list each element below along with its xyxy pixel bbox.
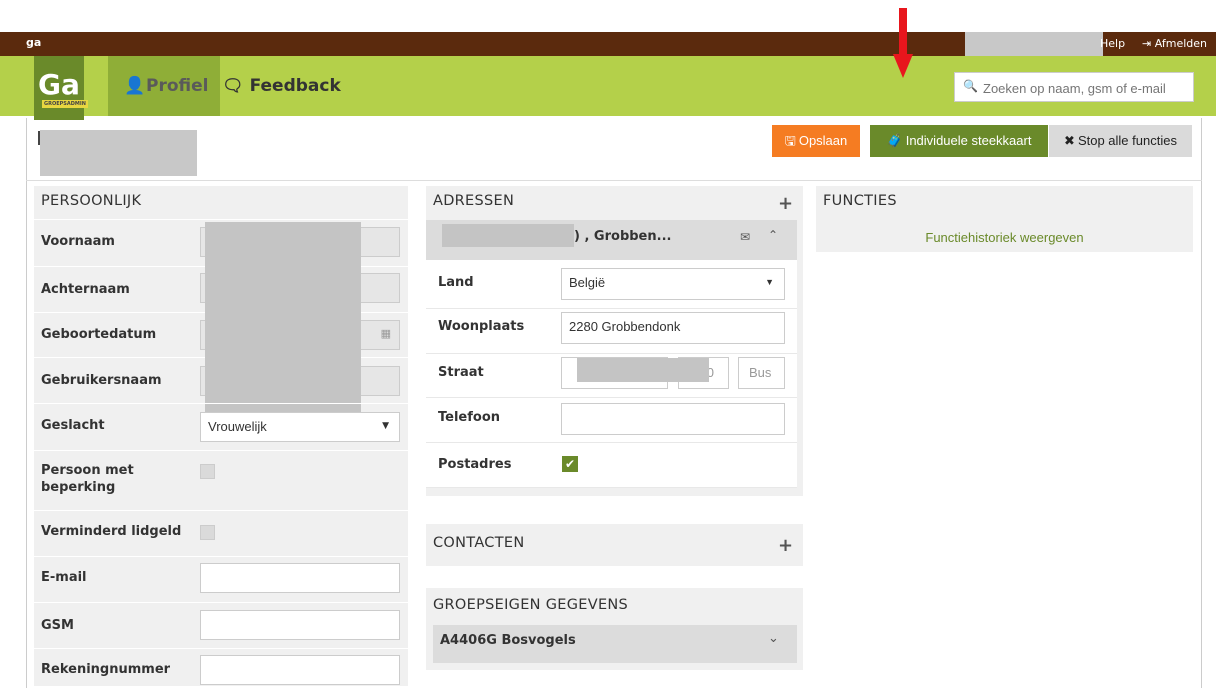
label-achternaam: Achternaam: [41, 282, 130, 297]
briefcase-icon: 🧳: [886, 133, 903, 148]
label-lidgeld: Verminderd lidgeld: [41, 524, 182, 539]
nav-item-profiel[interactable]: 👤 Profiel: [108, 56, 220, 116]
functies-title: FUNCTIES: [823, 193, 897, 209]
persoonlijk-title: PERSOONLIJK: [41, 193, 142, 209]
user-icon: 👤: [124, 76, 146, 96]
label-email: E-mail: [41, 570, 87, 585]
stop-functions-button[interactable]: ✖ Stop alle functies: [1049, 125, 1192, 157]
adressen-title: ADRESSEN: [433, 193, 515, 209]
land-select[interactable]: België ▼: [561, 268, 785, 300]
search-box[interactable]: 🔍: [954, 72, 1194, 102]
lidgeld-checkbox[interactable]: [200, 525, 215, 540]
calendar-icon[interactable]: ▦: [381, 327, 391, 340]
brand-subtitle: GROEPSADMIN: [42, 100, 88, 108]
nav-item-feedback[interactable]: 🗨 Feedback: [222, 56, 341, 116]
bus-placeholder: Bus: [749, 365, 772, 380]
woonplaats-field[interactable]: 2280 Grobbendonk: [561, 312, 785, 344]
label-telefoon: Telefoon: [438, 410, 501, 425]
divider: [426, 442, 797, 443]
label-gebruikersnaam: Gebruikersnaam: [41, 373, 162, 388]
save-button[interactable]: 🖫 Opslaan: [772, 125, 860, 157]
caret-down-icon: ▼: [765, 277, 774, 287]
chevron-down-icon[interactable]: ⌄: [768, 631, 779, 646]
label-voornaam: Voornaam: [41, 234, 115, 249]
redacted-street: [577, 358, 709, 382]
groepseigen-title: GROEPSEIGEN GEGEVENS: [433, 597, 629, 613]
label-beperking: Persoon met beperking: [41, 463, 134, 495]
geslacht-select[interactable]: Vrouwelijk ▼: [200, 412, 400, 442]
email-field[interactable]: [200, 563, 400, 593]
gsm-field[interactable]: [200, 610, 400, 640]
redacted-personal-data: [205, 222, 361, 412]
chat-icon: 🗨: [222, 76, 244, 96]
functiehistoriek-link[interactable]: Functiehistoriek weergeven: [816, 230, 1193, 245]
label-land: Land: [438, 275, 474, 290]
address-summary: ) , Grobben...: [574, 229, 672, 244]
mini-logo: ga: [26, 36, 42, 49]
divider: [426, 353, 797, 354]
envelope-icon[interactable]: ✉: [740, 230, 750, 244]
geslacht-value: Vrouwelijk: [208, 419, 267, 434]
rekeningnummer-field[interactable]: [200, 655, 400, 685]
groep-label: A4406G Bosvogels: [440, 633, 576, 648]
land-value: België: [569, 275, 606, 290]
add-address-icon[interactable]: +: [778, 193, 793, 214]
caret-down-icon: ▼: [382, 421, 389, 431]
red-arrow-annotation: [893, 8, 913, 78]
redacted-username: [965, 32, 1103, 56]
chevron-up-icon[interactable]: ⌃: [768, 228, 778, 242]
divider: [426, 308, 797, 309]
name-cursor: [38, 131, 40, 145]
nav-label-profiel: Profiel: [146, 76, 209, 96]
label-geslacht: Geslacht: [41, 418, 105, 433]
help-link[interactable]: Help: [1100, 37, 1125, 50]
brand-logo[interactable]: Ga GROEPSADMIN: [34, 56, 88, 120]
label-geboortedatum: Geboortedatum: [41, 327, 157, 342]
logout-link[interactable]: ⇥ Afmelden: [1142, 37, 1207, 50]
divider: [426, 397, 797, 398]
redacted-member-name: [40, 130, 197, 176]
search-icon: 🔍: [963, 79, 978, 93]
top-bar: ga Help ⇥ Afmelden: [0, 32, 1216, 56]
search-input[interactable]: [981, 77, 1191, 99]
save-icon: 🖫: [784, 133, 796, 148]
label-straat: Straat: [438, 365, 484, 380]
woonplaats-value: 2280 Grobbendonk: [569, 319, 681, 334]
label-woonplaats: Woonplaats: [438, 319, 525, 334]
redacted-address: [442, 224, 574, 247]
bus-field[interactable]: Bus: [738, 357, 785, 389]
logout-icon: ⇥: [1142, 37, 1152, 50]
close-icon: ✖: [1064, 133, 1075, 148]
nav-label-feedback: Feedback: [249, 76, 341, 96]
beperking-checkbox[interactable]: [200, 464, 215, 479]
telefoon-field[interactable]: [561, 403, 785, 435]
label-rekeningnummer: Rekeningnummer: [41, 662, 171, 677]
individual-card-button[interactable]: 🧳 Individuele steekkaart: [870, 125, 1048, 157]
label-gsm: GSM: [41, 618, 74, 633]
label-postadres: Postadres: [438, 457, 512, 472]
add-contact-icon[interactable]: +: [778, 535, 793, 556]
divider: [426, 487, 797, 488]
postadres-checkbox[interactable]: ✔: [562, 456, 578, 472]
contacten-title: CONTACTEN: [433, 535, 525, 551]
